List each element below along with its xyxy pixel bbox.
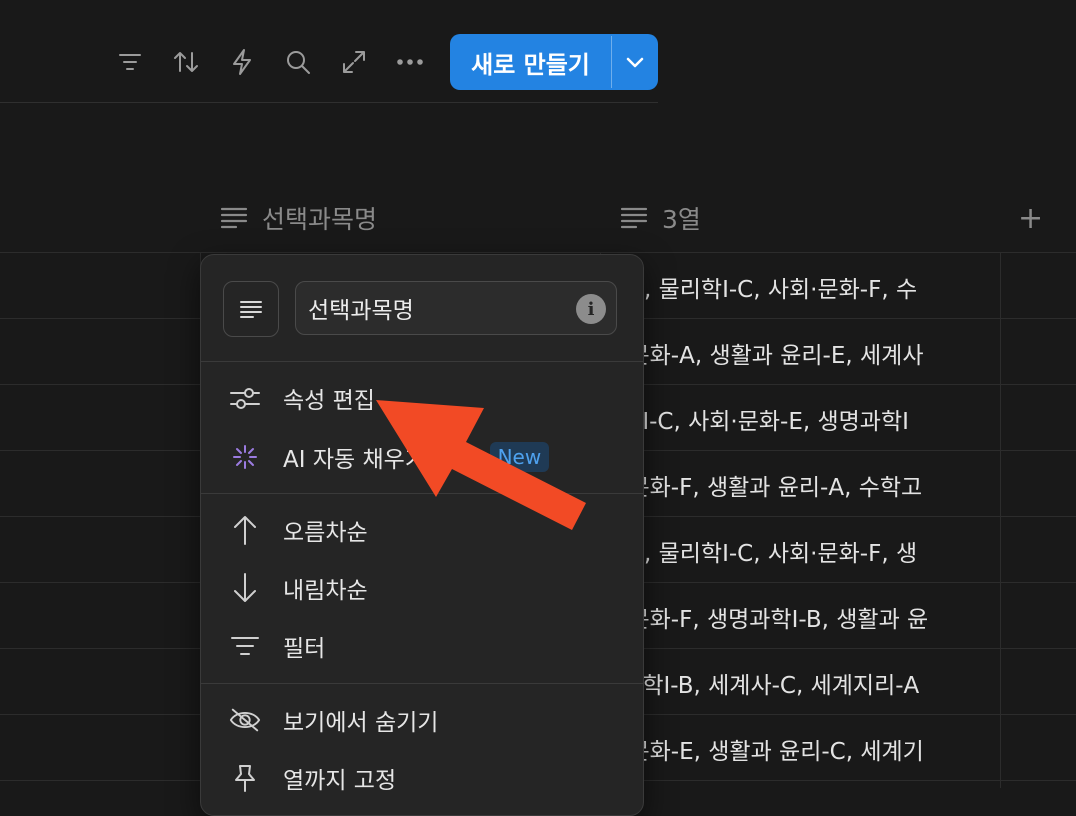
table-cell[interactable]: 하-E, 물리학I-C, 사회·문화-F, 생 [600,534,1000,568]
column-header-3[interactable]: 3열 [620,200,701,236]
new-button[interactable]: 새로 만들기 [450,34,658,90]
automation-icon[interactable] [224,44,260,80]
menu-divider [201,361,643,362]
sparkle-wand-icon [229,441,261,473]
new-badge: New [489,442,550,472]
property-name-value: 선택과목명 [308,298,414,324]
menu-item-label: 필터 [283,636,326,662]
menu-item-label: 속성 편집 [283,388,375,414]
more-icon[interactable] [392,44,428,80]
table-cell[interactable]: 회·문화-A, 생활과 윤리-E, 세계사 [600,336,1000,370]
sort-icon[interactable] [168,44,204,80]
column-header-label: 3열 [662,205,701,234]
menu-item-label: 열까지 고정 [283,768,397,794]
property-name-input[interactable]: 선택과목명 i [295,281,617,335]
chevron-down-icon[interactable] [612,34,658,90]
search-icon[interactable] [280,44,316,80]
arrow-down-icon [229,572,261,604]
menu-item-edit-property[interactable]: 속성 편집 [201,373,643,423]
table-cell[interactable]: 리학I-C, 사회·문화-E, 생명과학I [600,402,1000,436]
table-cell[interactable]: 회·문화-F, 생활과 윤리-A, 수학고 [600,468,1000,502]
toolbar-divider [0,102,658,103]
menu-item-label: AI 자동 채우기 설정 [283,447,476,473]
text-lines-icon [620,207,648,229]
menu-item-sort-ascending[interactable]: 오름차순 [201,505,643,555]
menu-item-label: 내림차순 [283,578,368,604]
column-divider [1000,252,1001,788]
row-divider [0,252,1076,253]
column-header-label: 선택과목명 [262,205,378,234]
add-column-icon[interactable]: + [1018,204,1043,234]
expand-icon[interactable] [336,44,372,80]
menu-item-hide-in-view[interactable]: 보기에서 숨기기 [201,695,643,745]
menu-item-filter[interactable]: 필터 [201,621,643,671]
menu-divider [201,683,643,684]
menu-divider [201,493,643,494]
text-lines-icon [240,301,262,318]
menu-item-label: 보기에서 숨기기 [283,710,439,736]
eye-off-icon [229,704,261,736]
sliders-icon [229,382,261,414]
table-cell[interactable]: 회·문화-F, 생명과학I-B, 생활과 윤 [600,600,1000,634]
column-options-menu: 선택과목명 i 속성 편집 AI 자동 채우기 설정 New 오름차순 내림차순… [200,254,644,816]
table-cell[interactable]: 회·문화-E, 생활과 윤리-C, 세계기 [600,732,1000,766]
info-icon[interactable]: i [576,294,606,324]
filter-icon [229,630,261,662]
filter-icon[interactable] [112,44,148,80]
text-lines-icon [220,207,248,229]
column-header-selected-subject[interactable]: 선택과목명 [220,200,377,236]
new-button-label[interactable]: 새로 만들기 [450,34,611,90]
table-cell[interactable]: 명과학I-B, 세계사-C, 세계지리-A [600,666,1000,700]
arrow-up-icon [229,514,261,546]
menu-item-freeze-column[interactable]: 열까지 고정 [201,753,643,803]
menu-item-label: 오름차순 [283,520,368,546]
property-type-button[interactable] [223,281,279,337]
pin-icon [229,762,261,794]
table-cell[interactable]: 하-E, 물리학I-C, 사회·문화-F, 수 [600,270,1000,304]
menu-item-sort-descending[interactable]: 내림차순 [201,563,643,613]
menu-item-ai-autofill[interactable]: AI 자동 채우기 설정 New [201,432,643,482]
